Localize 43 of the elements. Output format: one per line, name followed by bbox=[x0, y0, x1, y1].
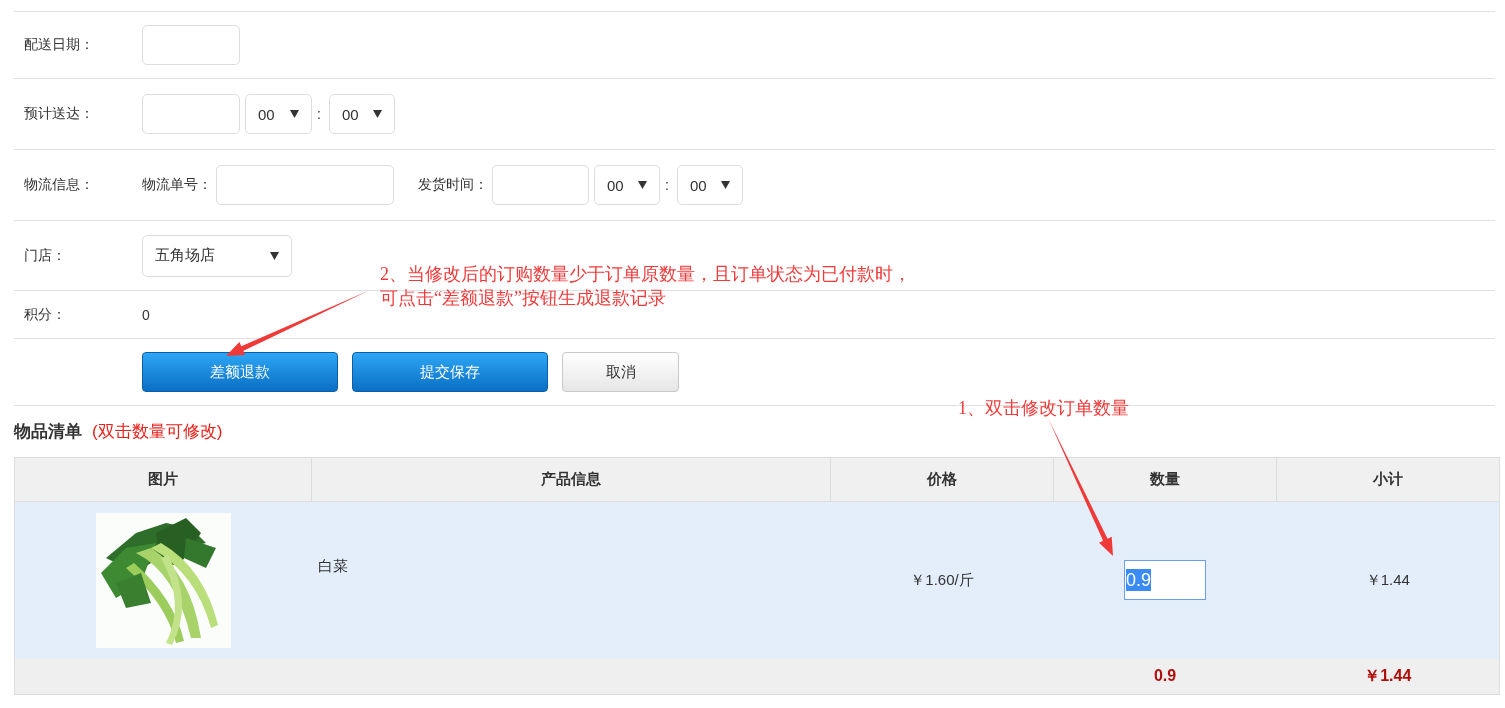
total-amount: ￥1.44 bbox=[1364, 666, 1412, 684]
date-field[interactable] bbox=[142, 25, 240, 65]
column-header: 图片 bbox=[14, 457, 312, 502]
dropdown-caret-icon bbox=[720, 181, 730, 189]
section-hint: (双击数量可修改) bbox=[92, 421, 223, 443]
field-label: 发货时间： bbox=[418, 176, 488, 194]
annotation-text: 2、当修改后的订购数量少于订单原数量，且订单状态为已付款时， bbox=[380, 263, 911, 286]
column-header: 数量 bbox=[1053, 457, 1277, 502]
column-header: 小计 bbox=[1276, 457, 1500, 502]
annotation-text: 可点击“差额退款”按钮生成退款记录 bbox=[380, 287, 667, 310]
date-field[interactable] bbox=[492, 165, 589, 205]
field-label: 物流信息： bbox=[23, 176, 95, 194]
field-label: 配送日期： bbox=[23, 36, 95, 54]
cancel-button[interactable]: 取消 bbox=[562, 352, 679, 392]
time-separator: : bbox=[317, 106, 321, 122]
primary-button[interactable]: 差额退款 bbox=[142, 352, 338, 392]
dropdown-caret-icon bbox=[638, 181, 647, 189]
store-select[interactable]: 五角场店 bbox=[142, 234, 292, 277]
dropdown-caret-icon bbox=[270, 251, 279, 260]
column-header: 产品信息 bbox=[311, 457, 831, 502]
dropdown-caret-icon bbox=[290, 110, 299, 118]
tracking-number-field[interactable] bbox=[216, 165, 394, 205]
field-label: 积分： bbox=[23, 305, 67, 324]
date-field[interactable] bbox=[142, 94, 240, 134]
field-label: 预计送达： bbox=[23, 105, 95, 123]
total-quantity: 0.9 bbox=[1153, 667, 1177, 685]
time-select[interactable]: 00 bbox=[328, 94, 395, 134]
selected-quantity-text: 0.9 bbox=[1126, 569, 1152, 592]
time-select[interactable]: 00 bbox=[676, 165, 743, 205]
time-select[interactable]: 00 bbox=[245, 94, 312, 134]
product-name: 白菜 bbox=[317, 557, 348, 574]
primary-button[interactable]: 提交保存 bbox=[352, 352, 548, 392]
time-separator: : bbox=[665, 177, 669, 193]
points-value: 0 bbox=[142, 306, 150, 323]
dropdown-caret-icon bbox=[372, 110, 382, 118]
annotation-text: 1、双击修改订单数量 bbox=[958, 397, 1129, 420]
field-label: 门店： bbox=[23, 246, 67, 265]
time-select[interactable]: 00 bbox=[594, 165, 660, 205]
field-label: 物流单号： bbox=[142, 176, 212, 194]
column-header: 价格 bbox=[830, 457, 1054, 502]
subtotal-value: ￥1.44 bbox=[1365, 570, 1410, 588]
price-value: ￥1.60/斤 bbox=[910, 570, 974, 588]
section-title: 物品清单 bbox=[14, 421, 82, 443]
